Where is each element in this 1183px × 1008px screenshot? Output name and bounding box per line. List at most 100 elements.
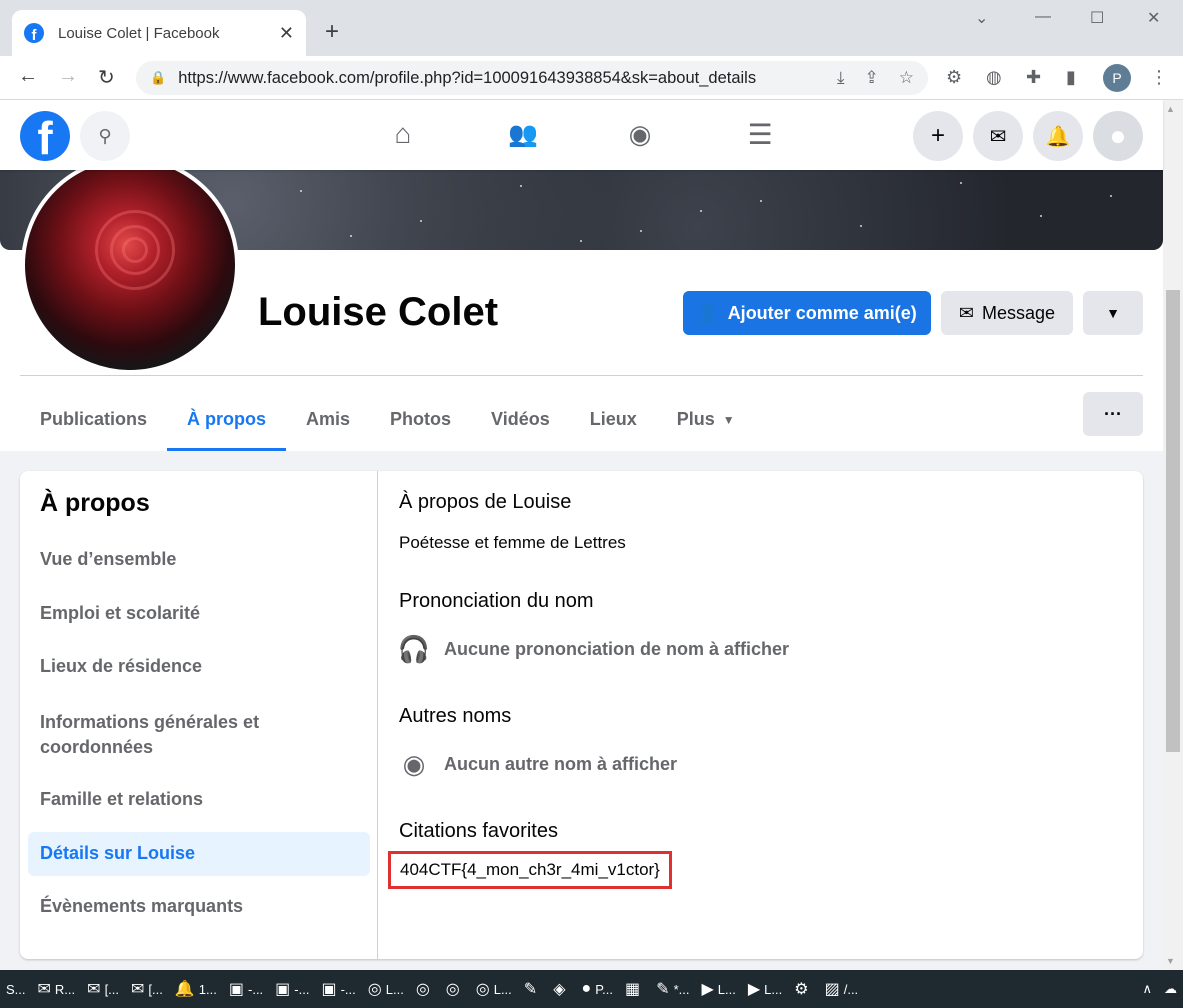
search-icon[interactable]: ⚲ [80, 111, 130, 161]
taskbar-item[interactable]: ▨/... [819, 970, 865, 1008]
about-section-title: À propos de Louise [399, 491, 572, 513]
sidebar-item-contact-info[interactable]: Informations générales et coordonnées [28, 703, 370, 767]
taskbar-item[interactable]: ▶ L... [742, 970, 788, 1008]
mail-icon: ✉ [87, 981, 101, 998]
sidebar-item-details[interactable]: Détails sur Louise [28, 832, 370, 876]
browser-menu-icon[interactable]: ⋮ [1150, 67, 1168, 88]
sidebar-item-family[interactable]: Famille et relations [28, 782, 370, 818]
add-friend-button[interactable]: 👤 Ajouter comme ami(e) [683, 291, 931, 335]
taskbar-label: P... [595, 981, 614, 997]
minimize-icon[interactable]: — [1035, 8, 1051, 26]
taskbar-item[interactable]: ✉ R... [32, 970, 82, 1008]
scroll-down-icon[interactable]: ▼ [1166, 956, 1175, 966]
tab-lieux[interactable]: Lieux [570, 388, 657, 451]
scroll-up-icon[interactable]: ▲ [1166, 104, 1175, 114]
taskbar-item[interactable]: ⚙ [788, 970, 818, 1008]
close-tab-icon[interactable]: ✕ [279, 23, 294, 44]
onedrive-cloud-icon[interactable]: ☁ [1158, 970, 1183, 1008]
tab-photos[interactable]: Photos [370, 388, 471, 451]
notifications-bell-icon[interactable]: 🔔 [1033, 111, 1083, 161]
sidebar-item-life-events[interactable]: Évènements marquants [28, 889, 370, 925]
taskbar-item[interactable]: 🔔 1... [169, 970, 223, 1008]
close-window-icon[interactable]: ✕ [1147, 8, 1160, 28]
bell-icon: 🔔 [174, 981, 195, 998]
menu-icon[interactable]: ☰ [740, 114, 780, 154]
taskbar-item[interactable]: ✉ [... [125, 970, 169, 1008]
taskbar-item[interactable]: ● P... [576, 970, 620, 1008]
taskbar-item[interactable]: ◈ [547, 970, 575, 1008]
taskbar-item[interactable]: ✎ *... [650, 970, 695, 1008]
forward-icon[interactable]: → [58, 65, 78, 88]
taskbar-label: L... [764, 981, 783, 997]
chrome-icon: ◎ [445, 981, 460, 998]
chrome-icon: ◎ [475, 981, 490, 998]
side-panel-icon[interactable]: ▮ [1066, 67, 1076, 88]
taskbar-label: L... [385, 981, 404, 997]
maximize-icon[interactable]: ☐ [1090, 8, 1104, 28]
taskbar-item[interactable]: ▣ -... [315, 970, 361, 1008]
create-plus-icon[interactable]: + [913, 111, 963, 161]
tab-amis[interactable]: Amis [286, 388, 370, 451]
sidebar-item-overview[interactable]: Vue d’ensemble [28, 542, 370, 578]
pronunciation-section-title: Prononciation du nom [399, 590, 594, 612]
about-details-panel: À propos de Louise Poétesse et femme de … [388, 471, 1143, 959]
home-icon[interactable]: ⌂ [383, 114, 423, 154]
extension-gear-icon[interactable]: ⚙ [946, 67, 962, 88]
share-icon[interactable]: ⇪ [865, 68, 879, 88]
bookmark-star-icon[interactable]: ☆ [899, 68, 914, 88]
terminal-icon: ▣ [321, 981, 337, 998]
taskbar-item[interactable]: S... [0, 970, 32, 1008]
taskbar-item[interactable]: ◎ [440, 970, 470, 1008]
taskbar-item[interactable]: ◎ L... [362, 970, 410, 1008]
groups-icon[interactable]: ◉ [620, 114, 660, 154]
favorite-quote-text: 404CTF{4_mon_ch3r_4mi_v1ctor} [388, 851, 672, 889]
url-text[interactable]: https://www.facebook.com/profile.php?id=… [178, 69, 817, 88]
new-tab-icon[interactable]: + [325, 18, 339, 46]
add-friend-icon: 👤 [697, 302, 720, 323]
browser-tab[interactable]: f Louise Colet | Facebook ✕ [12, 10, 306, 56]
address-bar[interactable]: 🔒 https://www.facebook.com/profile.php?i… [136, 61, 928, 95]
tab-search-icon[interactable]: ⌄ [975, 8, 988, 28]
extension-globe-icon[interactable]: ◍ [986, 67, 1002, 88]
facebook-logo-icon[interactable]: f [20, 111, 70, 161]
tab-a-propos[interactable]: À propos [167, 388, 287, 451]
sidebar-item-work-education[interactable]: Emploi et scolarité [28, 596, 370, 632]
profile-picture[interactable] [21, 156, 239, 374]
taskbar-label: S... [6, 981, 26, 997]
tab-plus[interactable]: Plus ▼ [657, 388, 755, 451]
taskbar-item[interactable]: ▶ L... [695, 970, 741, 1008]
scrollbar-thumb[interactable] [1166, 290, 1180, 752]
more-options-button[interactable]: ··· [1083, 392, 1143, 436]
extensions-puzzle-icon[interactable]: ✚ [1026, 67, 1041, 88]
reload-icon[interactable]: ↻ [98, 65, 115, 90]
taskbar-item[interactable]: ▣ -... [223, 970, 269, 1008]
messenger-icon: ✉ [958, 302, 975, 323]
header-divider [20, 375, 1143, 376]
tab-videos[interactable]: Vidéos [471, 388, 570, 451]
taskbar-item[interactable]: ▦ [619, 970, 650, 1008]
sidebar-item-places[interactable]: Lieux de résidence [28, 649, 370, 685]
taskbar-item[interactable]: ▣ -... [269, 970, 315, 1008]
taskbar-item[interactable]: ✉ [... [81, 970, 125, 1008]
taskbar-item[interactable]: ◎ [410, 970, 440, 1008]
taskbar-item[interactable]: ✎ [518, 970, 547, 1008]
profile-more-chevron-icon[interactable]: ▼ [1083, 291, 1143, 335]
taskbar-item[interactable]: ◎ L... [470, 970, 518, 1008]
system-tray-chevron-icon[interactable]: ∧ [1136, 970, 1158, 1008]
excel-icon: ▦ [625, 981, 641, 998]
messenger-icon[interactable]: ✉ [973, 111, 1023, 161]
facebook-favicon-icon: f [24, 23, 44, 43]
lock-icon[interactable]: 🔒 [150, 70, 166, 86]
browser-profile-avatar[interactable]: P [1103, 64, 1131, 92]
friends-icon[interactable]: 👥 [503, 114, 543, 154]
headphones-icon: 🎧 [397, 633, 431, 664]
postman-icon: ● [581, 980, 592, 997]
vscode-icon: ◈ [553, 981, 566, 998]
account-avatar-icon[interactable]: ● [1093, 111, 1143, 161]
tab-publications[interactable]: Publications [20, 388, 167, 451]
back-icon[interactable]: ← [18, 65, 38, 88]
taskbar-label: L... [493, 981, 512, 997]
install-icon[interactable]: ⤓ [837, 68, 845, 88]
about-sidebar: À propos Vue d’ensemble Emploi et scolar… [20, 471, 378, 959]
message-button[interactable]: ✉ Message [941, 291, 1073, 335]
